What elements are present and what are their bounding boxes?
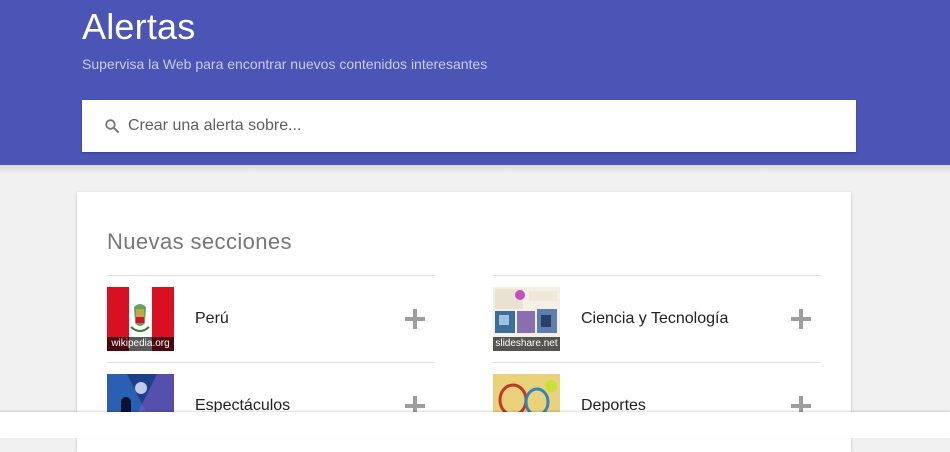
thumbnail-source: wikipedia.org xyxy=(107,337,174,351)
thumbnail-source: slideshare.net xyxy=(493,337,560,351)
header: Alertas Supervisa la Web para encontrar … xyxy=(0,0,950,165)
plus-icon[interactable] xyxy=(791,309,811,329)
bottom-bar xyxy=(0,412,950,438)
page-subtitle: Supervisa la Web para encontrar nuevos c… xyxy=(82,56,488,72)
section-item-label: Ciencia y Tecnología xyxy=(581,310,729,327)
search-input[interactable] xyxy=(128,100,828,152)
section-title: Nuevas secciones xyxy=(107,229,292,254)
section-item-label: Perú xyxy=(195,310,229,327)
science-collage-icon: slideshare.net xyxy=(493,287,560,351)
header-shadow xyxy=(0,165,950,173)
search-icon xyxy=(105,119,119,133)
section-item-ciencia-tecnologia[interactable]: slideshare.net Ciencia y Tecnología xyxy=(493,275,821,364)
section-item-peru[interactable]: wikipedia.org Perú xyxy=(107,275,435,364)
plus-icon[interactable] xyxy=(405,309,425,329)
page-title: Alertas xyxy=(82,6,196,47)
peru-flag-icon: wikipedia.org xyxy=(107,287,174,351)
search-box[interactable] xyxy=(82,100,856,152)
